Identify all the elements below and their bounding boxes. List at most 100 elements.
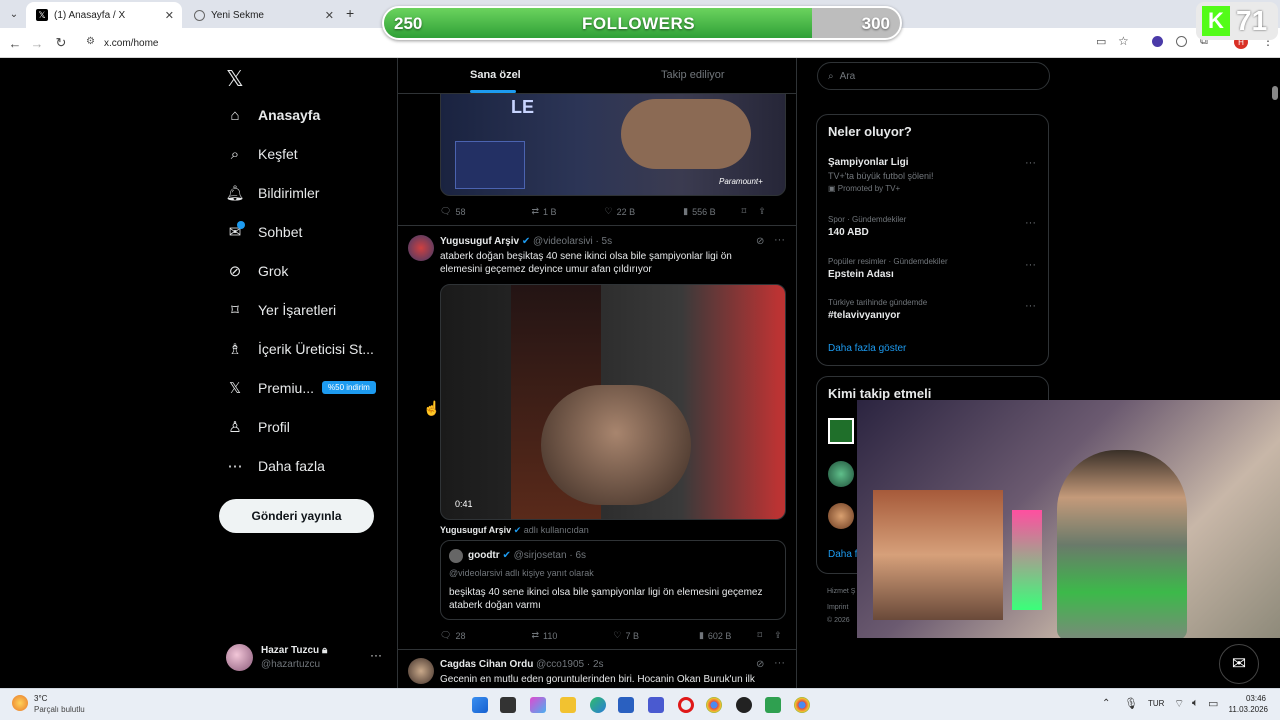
repost-button[interactable]: ⇄ 110 — [531, 630, 557, 641]
sidebar-item-grok[interactable]: ⊘ Grok — [226, 262, 289, 280]
close-icon[interactable]: ✕ — [325, 9, 334, 22]
post-time[interactable]: · 2s — [587, 659, 604, 670]
close-icon[interactable]: ✕ — [165, 9, 174, 22]
tab-home[interactable]: 𝕏 (1) Anasayfa / X ✕ — [26, 2, 182, 28]
author-name[interactable]: Yugusuguf Arşiv — [440, 236, 519, 247]
app-icon[interactable] — [765, 697, 781, 713]
views-button[interactable]: ▮ 556 B — [683, 206, 715, 217]
share-icon[interactable]: ⇪ — [774, 630, 782, 641]
post-button[interactable]: Gönderi yayınla — [219, 499, 374, 533]
avatar[interactable] — [408, 235, 434, 261]
like-button[interactable]: ♡ 22 B — [605, 206, 636, 217]
quote-author-handle[interactable]: @sirjosetan — [514, 550, 567, 561]
sidebar-item-explore[interactable]: ⌕ Keşfet — [226, 145, 298, 163]
clock-date[interactable]: 11.03.2026 — [1226, 705, 1268, 714]
tab-new[interactable]: Yeni Sekme ✕ — [184, 2, 342, 28]
more-icon[interactable]: ··· — [1025, 300, 1036, 312]
show-more-link[interactable]: Daha f — [828, 549, 857, 560]
extension-globe-icon[interactable] — [1176, 36, 1187, 47]
author-handle[interactable]: @cco1905 — [536, 659, 584, 670]
file-explorer-icon[interactable] — [560, 697, 576, 713]
more-icon[interactable]: ··· — [370, 648, 382, 662]
weather-desc[interactable]: Parçalı bulutlu — [34, 705, 85, 714]
trend-item[interactable]: Spor · Gündemdekiler 140 ABD — [828, 215, 1028, 238]
obs-icon[interactable] — [736, 697, 752, 713]
weather-sun-icon[interactable] — [12, 695, 28, 711]
sidebar-item-premium[interactable]: 𝕏 Premiu... — [226, 379, 314, 397]
mic-icon[interactable]: 🎙︎ — [1124, 697, 1138, 710]
chrome-icon[interactable] — [794, 697, 810, 713]
attribution-name[interactable]: Yugusuguf Arşiv — [440, 525, 511, 535]
weather-temp[interactable]: 3°C — [34, 694, 47, 703]
sidebar-item-home[interactable]: ⌂ Anasayfa — [226, 106, 320, 124]
more-icon[interactable]: ··· — [774, 657, 785, 669]
tab-for-you[interactable]: Sana özel — [470, 69, 521, 81]
site-settings-icon[interactable]: ⚙ — [86, 36, 95, 47]
chevron-up-icon[interactable]: ⌃ — [1102, 698, 1110, 709]
extension-icon[interactable] — [1152, 36, 1163, 47]
grok-icon[interactable]: ⊘ — [756, 236, 764, 247]
scrollbar-thumb[interactable] — [1272, 86, 1278, 100]
wifi-icon[interactable]: ⌔ — [1174, 697, 1184, 711]
reply-button[interactable]: 🗨︎ 58 — [440, 206, 465, 217]
tab-following[interactable]: Takip ediliyor — [661, 69, 725, 81]
post-header: Cagdas Cihan Ordu @cco1905 · 2s — [440, 659, 604, 670]
sidebar-item-profile[interactable]: ♙ Profil — [226, 418, 290, 436]
trend-item[interactable]: Türkiye tarihinde gündemde #telavivyanıy… — [828, 298, 1028, 321]
views-button[interactable]: ▮ 602 B — [699, 630, 731, 641]
quoted-post[interactable]: goodtr ✔ @sirjosetan · 6s @videolarsivi … — [440, 540, 786, 620]
tab-list-chevron-icon[interactable]: ⌄ — [6, 6, 22, 22]
taskview-icon[interactable] — [500, 697, 516, 713]
avatar[interactable] — [828, 418, 854, 444]
new-tab-plus-icon[interactable]: + — [346, 5, 354, 21]
windows-start-icon[interactable] — [472, 697, 488, 713]
avatar[interactable] — [828, 461, 854, 487]
author-name[interactable]: Cagdas Cihan Ordu — [440, 659, 533, 670]
messages-mail-icon[interactable]: ✉ — [1219, 644, 1259, 684]
edge-icon[interactable] — [590, 697, 606, 713]
reload-icon[interactable]: ↻ — [52, 34, 70, 52]
like-button[interactable]: ♡ 7 B — [613, 630, 639, 641]
search-input[interactable]: ⌕ Ara — [817, 62, 1050, 90]
more-icon[interactable]: ··· — [1025, 217, 1036, 229]
author-handle[interactable]: @videolarsivi — [533, 236, 593, 247]
grok-icon[interactable]: ⊘ — [756, 659, 764, 670]
post-time[interactable]: · 5s — [595, 236, 612, 247]
back-arrow-icon[interactable]: ← — [6, 34, 24, 52]
sidebar-item-creator-studio[interactable]: ♗ İçerik Üreticisi St... — [226, 340, 374, 358]
star-icon[interactable]: ☆ — [1118, 34, 1129, 48]
more-icon[interactable]: ··· — [1025, 259, 1036, 271]
avatar[interactable] — [828, 503, 854, 529]
trend-item[interactable]: Şampiyonlar Ligi TV+'ta büyük futbol şöl… — [828, 157, 1028, 193]
sidebar-item-notifications[interactable]: 🔔︎ Bildirimler — [225, 184, 319, 202]
bookmark-icon[interactable]: ⌑ — [742, 206, 747, 217]
more-icon[interactable]: ··· — [1025, 157, 1036, 169]
footer-link[interactable]: Hizmet Ş — [827, 588, 855, 595]
sidebar-item-bookmarks[interactable]: ⌑ Yer İşaretleri — [226, 301, 336, 319]
footer-link[interactable]: Imprint — [827, 604, 848, 611]
quote-author-name[interactable]: goodtr — [468, 550, 500, 561]
share-icon[interactable]: ⇪ — [758, 206, 766, 217]
teams-icon[interactable] — [648, 697, 664, 713]
reply-button[interactable]: 🗨︎ 28 — [440, 630, 465, 641]
copilot-icon[interactable] — [530, 697, 546, 713]
install-app-icon[interactable]: ▭ — [1096, 35, 1106, 48]
show-more-link[interactable]: Daha fazla göster — [828, 343, 906, 354]
forward-arrow-icon[interactable]: → — [28, 34, 46, 52]
x-logo-icon[interactable]: 𝕏 — [226, 66, 244, 92]
trend-item[interactable]: Popüler resimler · Gündemdekiler Epstein… — [828, 257, 1028, 280]
sidebar-item-more[interactable]: ⋯ Daha fazla — [226, 457, 325, 475]
more-icon[interactable]: ··· — [774, 234, 785, 246]
chrome-icon[interactable] — [706, 697, 722, 713]
language-indicator[interactable]: TUR — [1148, 699, 1164, 708]
bookmark-icon[interactable]: ⌑ — [757, 630, 762, 641]
store-icon[interactable] — [618, 697, 634, 713]
avatar[interactable] — [408, 658, 434, 684]
battery-icon[interactable]: ▭ — [1208, 697, 1218, 710]
clock-time[interactable]: 03:46 — [1232, 694, 1266, 703]
repost-button[interactable]: ⇄ 1 B — [531, 206, 556, 217]
opera-icon[interactable] — [678, 697, 694, 713]
volume-icon[interactable]: 🔈︎ — [1192, 697, 1199, 710]
post-media[interactable]: LE Paramount+ — [440, 78, 786, 196]
post-video[interactable]: 0:41 — [440, 284, 786, 520]
